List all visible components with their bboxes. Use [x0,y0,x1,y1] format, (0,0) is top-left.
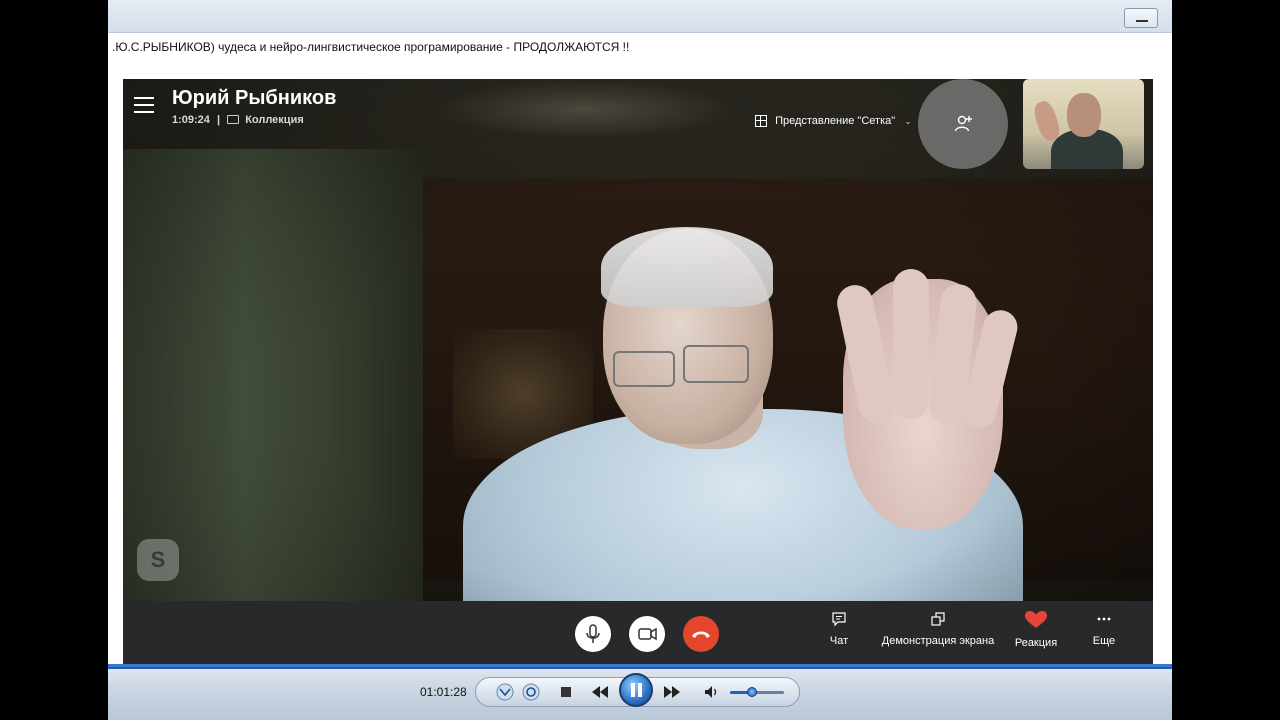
title-bar [108,0,1172,33]
share-screen-button[interactable]: Демонстрация экрана [879,611,997,647]
skype-call-video: Юрий Рыбников 1:09:24 | Коллекция Предст… [123,79,1153,664]
stop-button[interactable] [561,687,571,697]
more-label: Еще [1092,635,1116,647]
self-view-head [1067,93,1101,137]
microphone-button[interactable] [575,616,611,652]
chat-icon [832,612,846,627]
camera-button[interactable] [629,616,665,652]
self-view-hand [1031,98,1063,144]
video-caption: .Ю.С.РЫБНИКОВ) чудеса и нейро-лингвистич… [112,40,630,54]
skype-logo-icon: S [137,539,179,581]
video-vignette [123,79,1153,664]
self-preview-video[interactable] [1023,79,1144,169]
more-options-button[interactable]: Еще [1086,611,1122,647]
collection-link[interactable]: Коллекция [245,114,304,126]
caller-name: Юрий Рыбников [172,87,337,109]
screen: { "video_caption": ".Ю.С.РЫБНИКОВ) чудес… [0,0,1280,720]
gallery-icon [227,115,240,124]
call-control-bar: Чат Демонстрация экрана Реакция Еще [123,601,1153,664]
playback-time: 01:01:28 [420,685,467,699]
seek-bar[interactable] [108,667,1172,669]
add-participant-button[interactable] [918,79,1008,169]
minimize-button[interactable] [1124,8,1158,28]
more-dots-icon [1097,617,1111,621]
phone-hangup-icon [692,631,710,638]
shuffle-icon[interactable] [496,683,514,701]
chat-label: Чат [829,635,849,647]
volume-icon[interactable] [704,685,720,699]
hamburger-menu-icon[interactable] [134,97,154,113]
repeat-icon[interactable] [522,683,540,701]
chevron-down-icon: ⌄ [904,116,912,126]
end-call-button[interactable] [683,616,719,652]
reaction-label: Реакция [1014,637,1058,649]
share-screen-label: Демонстрация экрана [881,635,995,647]
add-person-icon [954,115,972,132]
previous-icon[interactable] [591,685,609,699]
reaction-button[interactable]: Реакция [1009,611,1063,649]
pause-button[interactable] [619,673,653,707]
media-player-controls: 01:01:28 [108,664,1172,720]
grid-view-toggle[interactable]: Представление "Сетка" ⌄ [755,115,912,127]
transport-controls [475,673,800,707]
video-camera-icon [638,627,657,641]
media-player-window: .Ю.С.РЫБНИКОВ) чудеса и нейро-лингвистич… [108,0,1172,720]
view-mode-label: Представление "Сетка" [775,115,896,127]
grid-view-icon [755,115,767,127]
volume-slider-knob[interactable] [746,687,757,697]
share-screen-icon [931,612,945,626]
next-icon[interactable] [663,685,681,699]
microphone-icon [586,624,600,643]
call-duration: 1:09:24 [172,114,210,126]
heart-icon [1025,611,1047,628]
call-meta: 1:09:24 | Коллекция [172,114,304,126]
chat-button[interactable]: Чат [823,611,855,647]
meta-separator: | [216,114,221,126]
